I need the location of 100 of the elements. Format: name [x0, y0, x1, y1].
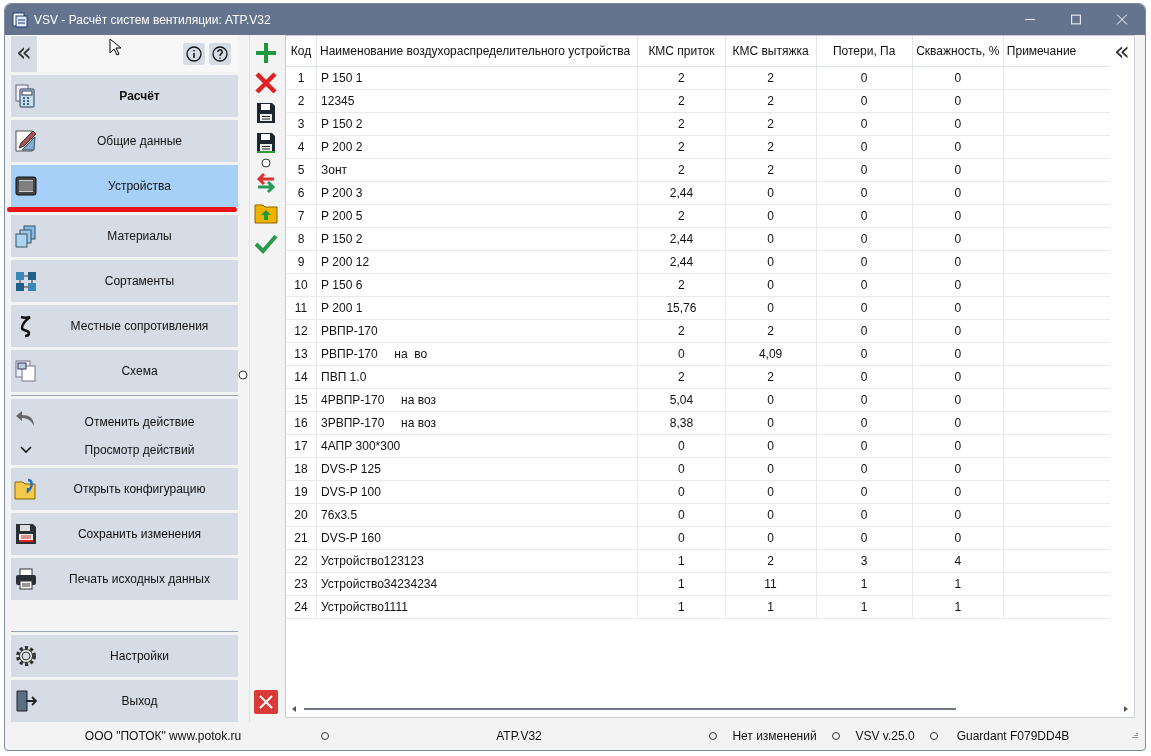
table-cell: 0	[912, 135, 1004, 159]
mouse-cursor-icon	[109, 38, 121, 56]
sidebar-item[interactable]: Материалы	[11, 215, 238, 257]
column-header[interactable]: Наименование воздухораспределительного устройства	[316, 36, 638, 67]
sidebar-item-label: Общие данные	[96, 134, 183, 148]
table-cell: 15,76	[637, 296, 725, 320]
table-cell: 9	[286, 250, 317, 274]
table-cell: 2	[637, 365, 725, 389]
column-header[interactable]: КМС вытяжка	[725, 36, 817, 67]
table-cell: 0	[637, 503, 725, 527]
table-cell: 0	[816, 319, 913, 343]
table-cell: 0	[816, 457, 913, 481]
column-header[interactable]: КМС приток	[637, 36, 725, 67]
table-cell: 2	[725, 112, 817, 136]
table-cell: 20	[286, 503, 317, 527]
table-cell: Устройство34234234	[316, 572, 638, 596]
table-cell: 24	[286, 595, 317, 619]
table-cell: 0	[725, 411, 817, 435]
scroll-right-icon[interactable]	[1122, 705, 1130, 713]
table-cell: 1	[912, 572, 1004, 596]
table-cell: 0	[912, 365, 1004, 389]
table-cell: 0	[725, 480, 817, 504]
info-icon[interactable]	[183, 42, 205, 65]
save-icon[interactable]	[254, 131, 278, 155]
table-cell: 2	[725, 365, 817, 389]
table-cell: 0	[816, 89, 913, 113]
table-cell: 3	[816, 549, 913, 573]
add-icon[interactable]	[254, 41, 278, 65]
sidebar-item[interactable]: Местные сопротивления	[11, 305, 238, 347]
exit-door-icon	[14, 689, 38, 713]
column-header[interactable]: Потери, Па	[816, 36, 913, 67]
table-cell: 4РВПР-170 на воз	[316, 388, 638, 412]
folder-upload-icon[interactable]	[254, 201, 278, 225]
save-icon[interactable]	[254, 101, 278, 125]
collapse-button[interactable]: «	[11, 35, 37, 72]
sidebar-item[interactable]: Устройства	[11, 165, 238, 207]
table-cell: 0	[912, 388, 1004, 412]
sidebar-item[interactable]: Схема	[11, 350, 238, 392]
table-cell: 0	[816, 434, 913, 458]
table-cell: 0	[816, 365, 913, 389]
table-cell: 0	[816, 296, 913, 320]
help-icon[interactable]	[209, 42, 231, 65]
gear-icon	[14, 644, 38, 668]
table-cell: 18	[286, 457, 317, 481]
table-cell: 0	[725, 227, 817, 251]
sidebar-item-label: Настройки	[109, 649, 170, 663]
sidebar-item-label: Схема	[120, 364, 159, 378]
printer-icon	[14, 567, 38, 591]
table-cell: 0	[816, 158, 913, 182]
table-cell: 0	[816, 250, 913, 274]
sidebar-item[interactable]: Выход	[11, 680, 238, 722]
sidebar-item[interactable]: Сортаменты	[11, 260, 238, 302]
close-icon[interactable]	[254, 690, 278, 714]
sidebar-item[interactable]: Открыть конфигурацию	[11, 468, 238, 510]
table-cell: 0	[725, 526, 817, 550]
table-cell: 2	[725, 135, 817, 159]
table-cell: 0	[637, 342, 725, 366]
column-header[interactable]: Скважность, %	[912, 36, 1004, 67]
undo-button[interactable]: Отменить действие	[41, 407, 238, 429]
table-cell: 7	[286, 204, 317, 228]
status-text: ATP.V32	[495, 729, 543, 743]
splitter-handle[interactable]	[261, 158, 271, 168]
action-history-button[interactable]: Просмотр действий	[41, 443, 238, 457]
swap-arrows-icon[interactable]	[254, 171, 278, 195]
table-cell: 1	[725, 595, 817, 619]
sidebar-item[interactable]: Настройки	[11, 635, 238, 677]
resize-grip-icon[interactable]	[1131, 732, 1139, 740]
chevron-down-icon[interactable]	[20, 446, 32, 454]
scroll-left-icon[interactable]	[290, 705, 298, 713]
table-cell: 0	[816, 342, 913, 366]
table-cell: 0	[912, 319, 1004, 343]
table-cell: 1	[816, 595, 913, 619]
status-text: Guardant F079DD4B	[955, 729, 1071, 743]
table-cell: 0	[912, 250, 1004, 274]
table-cell: 2	[637, 112, 725, 136]
table-cell: 0	[816, 112, 913, 136]
table-cell: 0	[912, 457, 1004, 481]
table-cell: 0	[912, 66, 1004, 90]
table-cell: 16	[286, 411, 317, 435]
table-cell: 0	[912, 204, 1004, 228]
sidebar-item[interactable]: Печать исходных данных	[11, 558, 238, 600]
delete-icon[interactable]	[254, 71, 278, 95]
column-header[interactable]: Код	[286, 36, 317, 67]
table-cell: 17	[286, 434, 317, 458]
sidebar-item-label: Сохранить изменения	[76, 527, 203, 541]
table-cell: 0	[912, 296, 1004, 320]
pencil-ruler-icon	[14, 129, 38, 153]
folder-open-icon	[14, 477, 38, 501]
table-cell: Р 200 2	[316, 135, 638, 159]
sidebar-item[interactable]: Расчёт	[11, 75, 238, 117]
sidebar-item[interactable]: Сохранить изменения	[11, 513, 238, 555]
table-cell: 0	[816, 273, 913, 297]
table-cell: 8	[286, 227, 317, 251]
table-cell: Р 200 5	[316, 204, 638, 228]
table-cell: Зонт	[316, 158, 638, 182]
table-cell: 0	[725, 273, 817, 297]
splitter-handle[interactable]	[238, 370, 248, 380]
table-cell: 0	[725, 296, 817, 320]
sidebar-item[interactable]: Общие данные	[11, 120, 238, 162]
column-header[interactable]: Примечание	[1003, 36, 1110, 67]
